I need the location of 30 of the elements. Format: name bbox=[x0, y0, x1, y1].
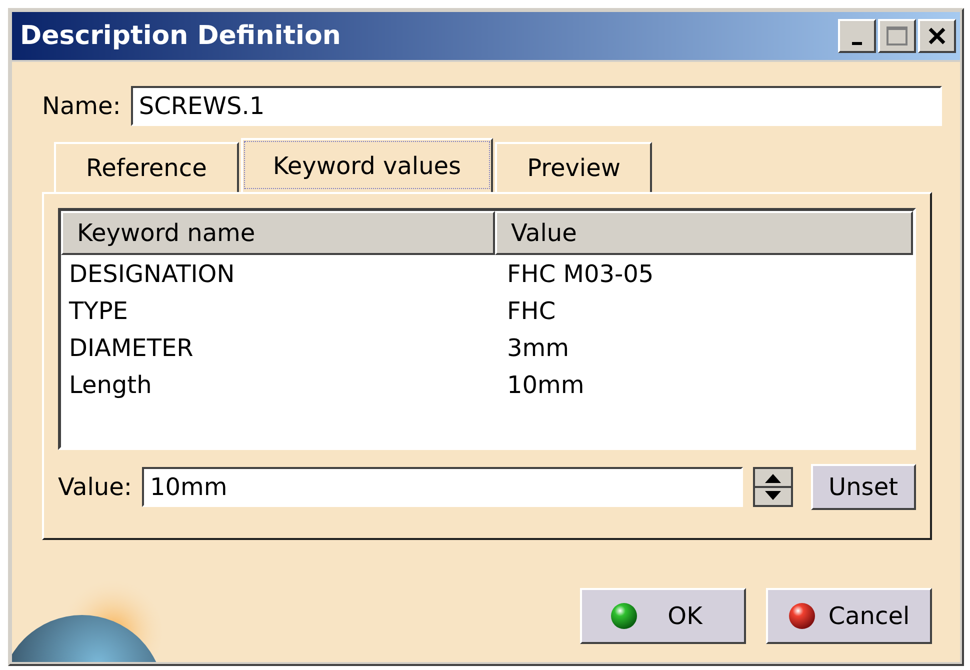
value-field[interactable]: 10mm bbox=[142, 467, 743, 507]
table-cell-text: 10mm bbox=[506, 370, 586, 398]
table-cell-text: Length bbox=[68, 370, 153, 398]
name-label: Name: bbox=[42, 92, 121, 120]
table-cell-text: TYPE bbox=[68, 296, 129, 324]
ball-icon bbox=[610, 602, 638, 630]
window-title: Description Definition bbox=[20, 21, 341, 51]
table-cell-text: FHC M03-05 bbox=[506, 260, 655, 288]
tab[interactable]: Reference bbox=[54, 142, 239, 192]
maximize-button[interactable] bbox=[878, 19, 916, 53]
minimize-icon bbox=[852, 42, 862, 44]
maximize-icon bbox=[886, 26, 908, 46]
column-header[interactable]: Value bbox=[495, 211, 913, 255]
tab[interactable]: Keyword values bbox=[240, 138, 494, 192]
close-icon bbox=[927, 26, 947, 46]
cancel-button[interactable]: Cancel bbox=[766, 588, 932, 644]
table-cell-text: 3mm bbox=[506, 334, 570, 362]
spinner-icon[interactable] bbox=[752, 467, 793, 507]
ball-icon bbox=[788, 602, 816, 630]
unset-button[interactable]: Unset bbox=[810, 464, 916, 510]
name-field[interactable]: SCREWS.1 bbox=[130, 86, 942, 126]
table-cell-text: FHC bbox=[506, 296, 557, 324]
table-cell-text: DESIGNATION bbox=[68, 260, 236, 288]
column-header[interactable]: Keyword name bbox=[61, 211, 495, 255]
tab[interactable]: Preview bbox=[495, 142, 652, 192]
close-button[interactable] bbox=[918, 19, 956, 53]
minimize-button[interactable] bbox=[838, 19, 876, 53]
value-label: Value: bbox=[58, 473, 132, 501]
table-cell-text: DIAMETER bbox=[68, 334, 194, 362]
ok-button[interactable]: OK bbox=[580, 588, 746, 644]
